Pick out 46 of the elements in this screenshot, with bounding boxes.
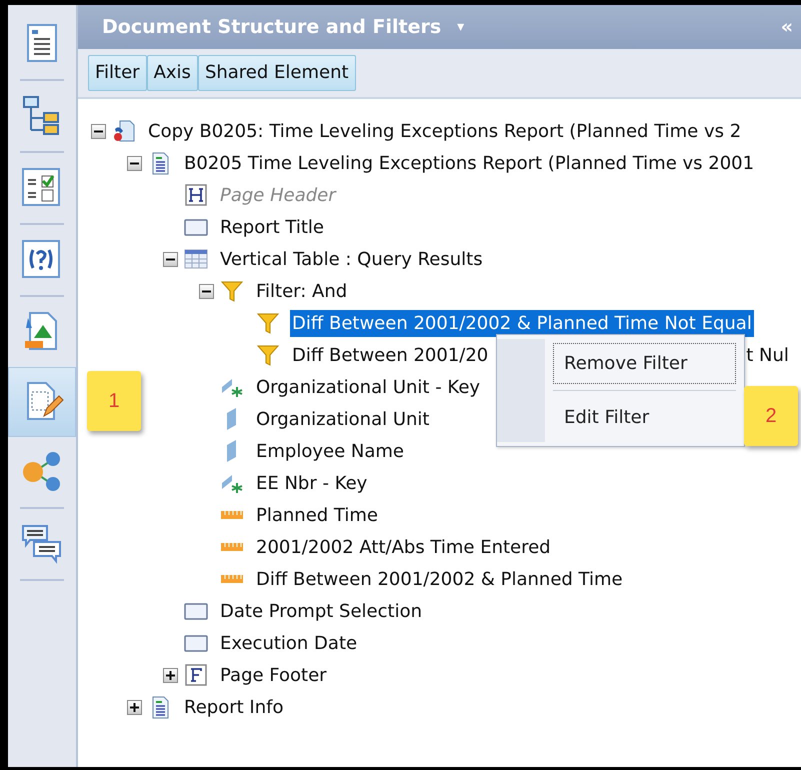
header-icon	[184, 183, 208, 207]
callout-marker: 1	[87, 371, 141, 431]
collapse-toggle[interactable]	[127, 156, 142, 170]
collapse-toggle[interactable]	[199, 284, 214, 298]
expand-toggle[interactable]	[127, 700, 142, 714]
tree-item[interactable]: Organizational Unit	[254, 406, 432, 432]
menu-item[interactable]: Remove Filter	[553, 343, 736, 384]
tree-item[interactable]: Planned Time	[254, 502, 380, 528]
tree-item[interactable]: 2001/2002 Att/Abs Time Entered	[254, 534, 553, 560]
tree-item[interactable]: Report Title	[218, 214, 326, 240]
collapse-toggle[interactable]	[91, 124, 106, 138]
tree-item[interactable]: Page Footer	[218, 662, 329, 688]
tree-item[interactable]: Diff Between 2001/2002 & Planned Time	[254, 566, 625, 592]
footer-icon	[184, 663, 208, 687]
tree-item[interactable]: Filter: And	[254, 278, 350, 304]
tab[interactable]: Filter	[88, 55, 147, 91]
comments-icon	[20, 522, 64, 566]
tree-item[interactable]: Execution Date	[218, 630, 360, 656]
measure-icon	[220, 575, 244, 583]
measure-icon	[220, 543, 244, 551]
tree-item[interactable]: Vertical Table : Query Results	[218, 246, 485, 272]
copy-document-icon	[112, 119, 136, 143]
tree-item[interactable]: Date Prompt Selection	[218, 598, 424, 624]
tree-item[interactable]: Employee Name	[254, 438, 406, 464]
tree-item[interactable]: Organizational Unit - Key	[254, 374, 482, 400]
measure-icon	[220, 511, 244, 519]
tree-item[interactable]: Copy B0205: Time Leveling Exceptions Report (Planned Time vs 2	[146, 118, 744, 144]
tree-item[interactable]: Diff Between 2001/20	[290, 342, 490, 368]
callout-marker: 2	[744, 386, 798, 446]
plus-icon	[166, 670, 175, 680]
collapse-toggle[interactable]	[163, 252, 178, 266]
tree-item[interactable]: Page Header	[218, 182, 338, 208]
tab[interactable]: Shared Element	[198, 55, 356, 91]
expand-toggle[interactable]	[163, 668, 178, 682]
panel-title: Document Structure and Filters	[102, 14, 442, 40]
table-icon	[184, 247, 208, 271]
tab[interactable]: Axis	[146, 55, 198, 91]
tree-item-text: t Nul	[745, 344, 790, 368]
filter-icon	[220, 279, 244, 303]
tree-item[interactable]: Report Info	[182, 694, 286, 720]
filter-icon	[256, 311, 280, 335]
tree-item[interactable]: Diff Between 2001/2002 & Planned Time Not Equal	[290, 310, 754, 336]
filter-icon	[256, 343, 280, 367]
tree-item[interactable]: B0205 Time Leveling Exceptions Report (Planned Time vs 2001	[182, 150, 756, 176]
plus-icon	[130, 702, 139, 712]
tree-item[interactable]: EE Nbr - Key	[254, 470, 370, 496]
